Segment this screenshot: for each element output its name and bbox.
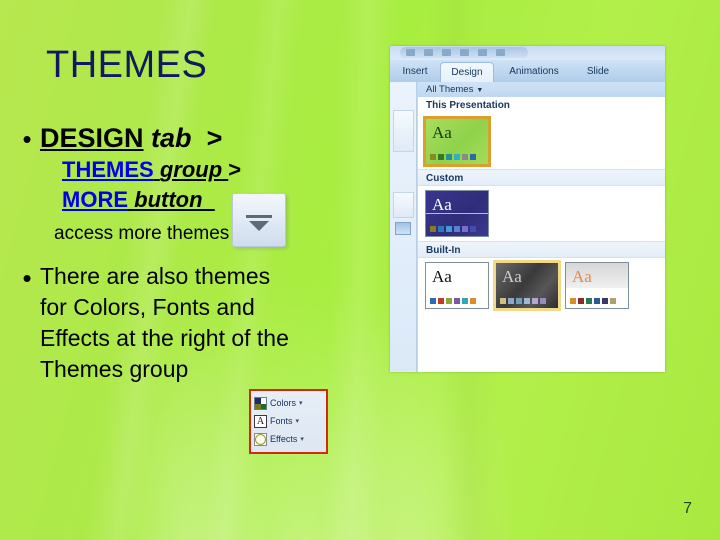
bullet-2-line-1: There are also themes [40, 263, 271, 289]
more-button-graphic [232, 193, 286, 247]
colors-row[interactable]: Colors ▾ [254, 395, 324, 412]
tab-insert[interactable]: Insert [393, 62, 437, 82]
theme-row-this-presentation: Aa [418, 114, 665, 169]
ribbon-screenshot: Insert Design Animations Slide All Theme… [390, 46, 665, 372]
section-heading-custom: Custom [418, 169, 665, 186]
bullet-2-line-4: Themes group [40, 356, 189, 382]
theme-aa-preview: Aa [502, 267, 522, 286]
tab-slide-show[interactable]: Slide [576, 62, 620, 82]
quick-access-buttons [400, 47, 528, 58]
all-themes-header[interactable]: All Themes ▼ [418, 82, 665, 97]
theme-swatches [570, 298, 618, 304]
font-a-icon: A [254, 415, 267, 428]
button-word: button [134, 187, 203, 212]
aspect-theme-thumbnail[interactable]: Aa [565, 262, 629, 309]
bullet-1-line-2: THEMES group > [62, 155, 386, 185]
more-button-arrow-icon [249, 221, 269, 231]
green-theme-thumbnail[interactable]: Aa [423, 116, 491, 167]
page-number: 7 [683, 500, 692, 517]
effects-label: Effects [270, 434, 298, 444]
themes-gallery-dropdown: All Themes▼ This Presentation Aa Custom [390, 82, 665, 372]
theme-parts-panel: Colors ▾ A Fonts ▾ Effects ▾ [249, 389, 328, 454]
apex-theme-thumbnail[interactable]: Aa [493, 260, 561, 311]
theme-row-built-in: Aa Aa Aa [418, 258, 665, 313]
bullet-item-2: • There are also themes for Colors, Font… [14, 261, 386, 385]
section-heading-this-presentation: This Presentation [418, 97, 665, 114]
group-word: group [159, 157, 223, 182]
tab-animations[interactable]: Animations [498, 62, 570, 82]
fonts-row[interactable]: A Fonts ▾ [254, 413, 324, 430]
arrow-1: > [206, 123, 223, 153]
page-title: THEMES [46, 44, 208, 86]
colors-label: Colors [270, 398, 297, 408]
navy-theme-thumbnail[interactable]: Aa [425, 190, 489, 237]
bullet-2-line-2: for Colors, Fonts and [40, 294, 255, 320]
section-heading-built-in: Built-In [418, 241, 665, 258]
gallery-content: All Themes▼ This Presentation Aa Custom [417, 82, 665, 372]
tab-design[interactable]: Design [440, 62, 494, 82]
all-themes-label: All Themes [426, 84, 474, 95]
theme-aa-preview: Aa [572, 267, 592, 286]
access-more-themes-note: access more themes [54, 223, 230, 244]
bullet-marker: • [22, 124, 32, 154]
design-keyword: DESIGN [40, 123, 144, 153]
color-swatch-icon [254, 397, 267, 410]
bullet-1-line-3: MORE button [62, 185, 386, 215]
theme-swatches [500, 298, 548, 304]
slide-body: • DESIGN tab > THEMES group > MORE butto… [14, 122, 386, 385]
bullet-item-1: • DESIGN tab > THEMES group > MORE butto… [14, 122, 386, 215]
bullet-marker-2: • [22, 263, 32, 293]
theme-divider-line [426, 213, 488, 214]
theme-aa-preview: Aa [432, 195, 452, 214]
theme-aa-preview: Aa [432, 267, 452, 286]
effects-circle-icon [254, 433, 267, 446]
slide-canvas: THEMES • DESIGN tab > THEMES group > MOR… [0, 0, 720, 540]
themes-keyword: THEMES [62, 157, 154, 182]
tab-word: tab [151, 123, 192, 153]
theme-swatches [430, 226, 478, 232]
colors-caret-icon: ▾ [299, 400, 303, 407]
ribbon-tab-row: Insert Design Animations Slide [390, 60, 665, 82]
theme-row-custom: Aa [418, 186, 665, 241]
office-theme-thumbnail[interactable]: Aa [425, 262, 489, 309]
ribbon-left-groups-strip [390, 82, 417, 372]
effects-row[interactable]: Effects ▾ [254, 431, 324, 448]
more-keyword: MORE [62, 187, 128, 212]
fonts-caret-icon: ▾ [295, 418, 300, 425]
bullet-2-line-3: Effects at the right of the [40, 325, 289, 351]
arrow-2: > [228, 157, 242, 182]
more-button-bar-icon [246, 215, 272, 218]
theme-swatches [430, 154, 478, 160]
theme-swatches [430, 298, 478, 304]
bullet-1-line-1: DESIGN tab > [40, 122, 386, 155]
theme-aa-preview: Aa [432, 123, 452, 142]
fonts-label: Fonts [270, 416, 293, 426]
chevron-down-icon: ▼ [476, 87, 484, 94]
effects-caret-icon: ▾ [300, 436, 304, 443]
quick-access-toolbar [390, 46, 665, 60]
